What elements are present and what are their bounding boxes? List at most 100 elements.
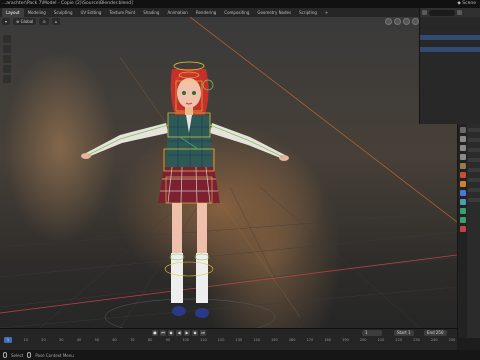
- mouse-right-icon: [27, 352, 32, 358]
- end-frame-field[interactable]: End 250: [424, 330, 447, 336]
- playhead[interactable]: 1: [4, 337, 12, 343]
- timeline-tick-label: 200: [359, 338, 367, 342]
- timeline-tick-label: 50: [94, 338, 100, 342]
- pivot-point-button[interactable]: ⊙: [39, 18, 49, 25]
- timeline-tick-label: 20: [41, 338, 46, 342]
- start-frame-field[interactable]: Start 1: [394, 330, 414, 336]
- properties-content: [468, 128, 480, 208]
- timeline-tick-label: 190: [342, 338, 349, 342]
- view-layer-tab-icon[interactable]: [459, 154, 466, 160]
- add-workspace-button[interactable]: +: [321, 8, 332, 17]
- timeline-tick-label: 180: [324, 338, 332, 342]
- rotate-tool-icon[interactable]: [3, 65, 11, 73]
- status-bar: Select Pose Context Menu: [0, 350, 480, 360]
- timeline-tick-label: 210: [377, 338, 385, 342]
- timeline-tick-label: 240: [430, 338, 438, 342]
- jump-end-button[interactable]: ⏭: [200, 330, 206, 336]
- floor-circle: [104, 298, 276, 328]
- cursor-tool-icon[interactable]: [3, 45, 11, 53]
- light-direction-line: [189, 17, 457, 223]
- move-tool-icon[interactable]: [3, 55, 11, 63]
- tab-modeling[interactable]: Modeling: [24, 8, 50, 17]
- mouse-left-icon: [3, 352, 7, 358]
- output-tab-icon[interactable]: [459, 145, 466, 151]
- character-model[interactable]: [81, 69, 289, 318]
- physics-tab-icon[interactable]: [459, 199, 466, 205]
- transform-orientation-dropdown[interactable]: ⊕ Global: [13, 18, 37, 25]
- start-value: 1: [408, 330, 411, 335]
- tab-scripting[interactable]: Scripting: [295, 8, 321, 17]
- next-key-button[interactable]: ◆: [192, 330, 198, 336]
- scene-label: Scene: [462, 1, 476, 6]
- tab-layout[interactable]: Layout: [2, 8, 24, 17]
- visibility-icon[interactable]: [385, 18, 392, 25]
- window-title: ...arachter\Pack 7\Model - Copie (2)\Sou…: [2, 1, 133, 6]
- timeline-tick-label: 80: [147, 338, 153, 342]
- timeline-tick-label: 140: [253, 338, 260, 342]
- properties-panel: [457, 124, 480, 338]
- workspace-tabs: Layout Modeling Sculpting UV Editing Tex…: [0, 8, 480, 17]
- select-tool-icon[interactable]: [3, 35, 11, 43]
- armature-data-tab-icon[interactable]: [459, 208, 466, 214]
- status-hint-context: Pose Context Menu: [35, 352, 74, 358]
- end-value: 250: [435, 330, 444, 335]
- tool-tab-icon[interactable]: [459, 127, 466, 133]
- timeline-tick-label: 90: [165, 338, 171, 342]
- scale-tool-icon[interactable]: [3, 75, 11, 83]
- outliner-search-input[interactable]: [429, 9, 455, 16]
- xray-toggle-icon[interactable]: [412, 18, 419, 25]
- modifier-tab-icon[interactable]: [459, 190, 466, 196]
- material-tab-icon[interactable]: [459, 226, 466, 232]
- scene-tab-icon[interactable]: [459, 163, 466, 169]
- timeline-tick-label: 230: [413, 338, 420, 342]
- x-axis-line: [0, 254, 457, 314]
- timeline-editor: ● ⏮ ◆ ◀ ▶ ◆ ⏭ 1 Start 1 End 250 01020304…: [0, 328, 457, 350]
- scene-selector[interactable]: ◆ Scene: [457, 0, 476, 8]
- bone-tab-icon[interactable]: [459, 217, 466, 223]
- tab-sculpting[interactable]: Sculpting: [50, 8, 77, 17]
- tab-animation[interactable]: Animation: [163, 8, 191, 17]
- scene-render: [0, 17, 457, 328]
- current-frame-field[interactable]: 1: [362, 330, 382, 336]
- floor-grid: [0, 186, 457, 328]
- end-label: End: [427, 330, 435, 335]
- prev-key-button[interactable]: ◆: [168, 330, 174, 336]
- outliner-panel: [419, 8, 480, 124]
- play-button[interactable]: ▶: [184, 330, 190, 336]
- tab-compositing[interactable]: Compositing: [220, 8, 253, 17]
- timeline-tick-label: 220: [395, 338, 403, 342]
- filter-icon[interactable]: [457, 10, 462, 15]
- timeline-ruler[interactable]: 0102030405060708090100110120130140150160…: [0, 338, 457, 345]
- gizmo-toggle-icon[interactable]: [394, 18, 401, 25]
- timeline-tick-label: 10: [23, 338, 28, 342]
- outliner-header: [420, 8, 480, 17]
- timeline-tick-label: 30: [59, 338, 64, 342]
- world-tab-icon[interactable]: [459, 172, 466, 178]
- play-reverse-button[interactable]: ◀: [176, 330, 182, 336]
- snap-toggle[interactable]: ⌂: [51, 18, 61, 25]
- tab-shading[interactable]: Shading: [139, 8, 163, 17]
- 3d-viewport[interactable]: ▾ ⊕ Global ⊙ ⌂ Pose Options ⌕ ✋ ◉ ▦: [0, 17, 457, 328]
- tab-texture-paint[interactable]: Texture Paint: [105, 8, 139, 17]
- viewport-header: ▾ ⊕ Global ⊙ ⌂: [0, 17, 457, 26]
- timeline-tick-label: 150: [271, 338, 278, 342]
- overlay-toggle-icon[interactable]: [403, 18, 410, 25]
- jump-start-button[interactable]: ⏮: [160, 330, 166, 336]
- timeline-tick-label: 160: [288, 338, 296, 342]
- timeline-tick-label: 60: [112, 338, 117, 342]
- tab-rendering[interactable]: Rendering: [192, 8, 220, 17]
- playback-controls: ● ⏮ ◆ ◀ ▶ ◆ ⏭: [152, 330, 206, 336]
- properties-tabs: [458, 124, 467, 338]
- timeline-tick-label: 170: [306, 338, 314, 342]
- outliner-editor-icon[interactable]: [422, 10, 427, 15]
- tab-uv-editing[interactable]: UV Editing: [77, 8, 106, 17]
- status-hint-select: Select: [11, 352, 24, 358]
- record-button[interactable]: ●: [152, 330, 158, 336]
- timeline-tick-label: 110: [200, 338, 207, 342]
- object-tab-icon[interactable]: [459, 181, 466, 187]
- editor-type-button[interactable]: ▾: [2, 18, 11, 25]
- tab-geometry-nodes[interactable]: Geometry Nodes: [253, 8, 295, 17]
- timeline-tick-label: 120: [217, 338, 225, 342]
- render-tab-icon[interactable]: [459, 136, 466, 142]
- outliner-row-selected[interactable]: [420, 47, 480, 53]
